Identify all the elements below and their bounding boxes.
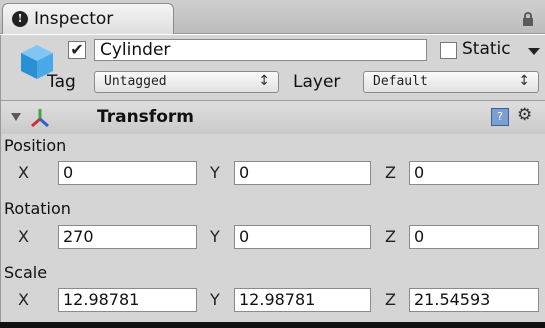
rotation-y-field[interactable]: 0 xyxy=(234,225,371,249)
position-z-field[interactable]: 0 xyxy=(409,161,539,185)
layer-dropdown-value: Default xyxy=(373,74,428,89)
transform-component-header[interactable]: Transform ? ⚙ xyxy=(1,100,545,134)
static-checkbox[interactable] xyxy=(440,42,457,59)
static-label: Static xyxy=(462,39,511,59)
layer-label: Layer xyxy=(293,72,341,92)
rotation-label: Rotation xyxy=(4,199,71,218)
tab-inspector-label: Inspector xyxy=(34,9,114,29)
rotation-y-label: Y xyxy=(210,227,220,246)
game-object-header: ✔ Cylinder Static Tag Untagged ↕ Layer D… xyxy=(1,35,545,100)
layer-dropdown[interactable]: Default ↕ xyxy=(363,71,539,93)
active-checkbox[interactable]: ✔ xyxy=(68,41,86,59)
position-label: Position xyxy=(4,136,67,155)
scale-label: Scale xyxy=(4,263,48,282)
tab-inspector[interactable]: ! Inspector xyxy=(2,3,174,34)
transform-axes-icon xyxy=(31,109,49,128)
object-name-field[interactable]: Cylinder xyxy=(94,39,427,61)
tab-bar: ! Inspector xyxy=(0,0,545,34)
rotation-x-field[interactable]: 270 xyxy=(58,225,197,249)
bottom-border xyxy=(0,322,545,328)
rotation-z-label: Z xyxy=(385,227,396,246)
inspector-panel: ✔ Cylinder Static Tag Untagged ↕ Layer D… xyxy=(0,35,545,328)
gear-icon[interactable]: ⚙ xyxy=(517,105,532,125)
static-dropdown-arrow-icon[interactable] xyxy=(528,48,540,55)
component-title: Transform xyxy=(97,107,194,127)
scale-z-field[interactable]: 21.54593 xyxy=(409,288,539,312)
position-x-field[interactable]: 0 xyxy=(58,161,197,185)
position-y-field[interactable]: 0 xyxy=(234,161,371,185)
info-icon: ! xyxy=(12,11,28,27)
lock-icon[interactable] xyxy=(521,12,535,26)
foldout-arrow-icon[interactable] xyxy=(11,113,21,121)
scale-y-field[interactable]: 12.98781 xyxy=(234,288,371,312)
position-z-label: Z xyxy=(385,163,396,182)
scale-x-field[interactable]: 12.98781 xyxy=(58,288,197,312)
rotation-z-field[interactable]: 0 xyxy=(409,225,539,249)
tag-label: Tag xyxy=(47,72,76,92)
position-y-label: Y xyxy=(210,163,220,182)
scale-y-label: Y xyxy=(210,290,220,309)
rotation-x-label: X xyxy=(18,227,29,246)
tag-dropdown-value: Untagged xyxy=(104,74,167,89)
help-icon[interactable]: ? xyxy=(491,108,509,126)
position-x-label: X xyxy=(18,163,29,182)
updown-arrows-icon: ↕ xyxy=(258,73,270,89)
inspector-window: ! Inspector ✔ Cylinder Static Tag Untagg… xyxy=(0,0,545,328)
updown-arrows-icon: ↕ xyxy=(518,73,530,89)
scale-x-label: X xyxy=(18,290,29,309)
scale-z-label: Z xyxy=(385,290,396,309)
tag-dropdown[interactable]: Untagged ↕ xyxy=(94,71,279,93)
